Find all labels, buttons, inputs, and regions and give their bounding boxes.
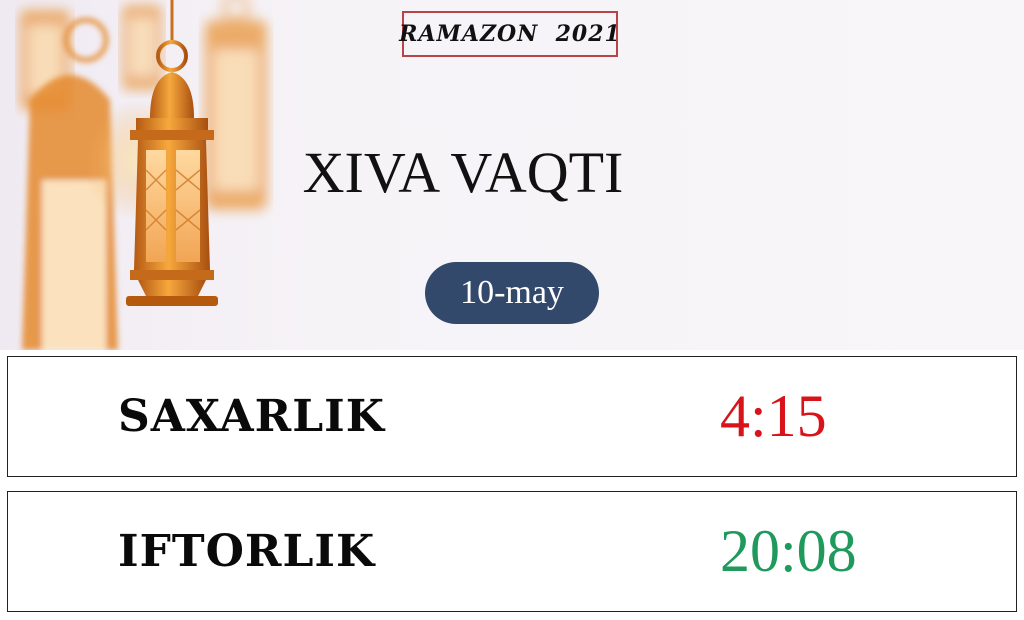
iftorlik-label: IFTORLIK [118,526,376,577]
lantern-decoration [20,0,267,350]
iftorlik-time: 20:08 [720,518,857,584]
year-badge: RAMAZON 2021 [399,11,620,57]
saxarlik-label: SAXARLIK [118,391,385,442]
lantern-icon [205,0,267,210]
header-banner: RAMAZON 2021 XIVA VAQTI 10-may [0,0,1024,350]
page-title: XIVA VAQTI [302,140,624,205]
date-badge: 10-may [425,262,599,324]
saxarlik-row: SAXARLIK 4:15 [7,356,1017,477]
lantern-icon [122,5,162,90]
saxarlik-time: 4:15 [720,383,827,449]
iftorlik-row: IFTORLIK 20:08 [7,491,1017,612]
